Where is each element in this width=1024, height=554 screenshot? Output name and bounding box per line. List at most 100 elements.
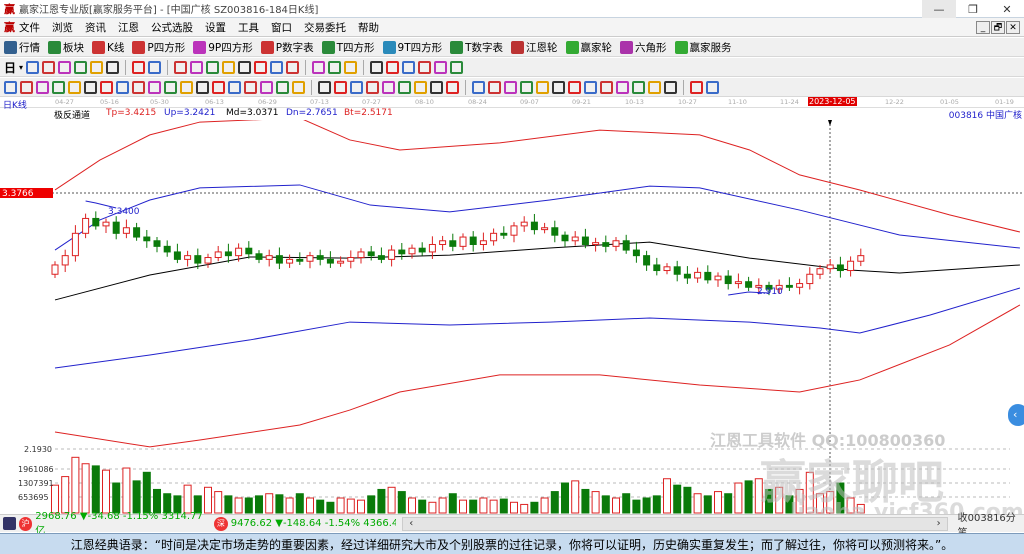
- tool-icon[interactable]: [398, 80, 411, 94]
- tool-icon[interactable]: [600, 80, 613, 94]
- tool-icon[interactable]: [434, 60, 448, 74]
- tool-icon[interactable]: [706, 80, 719, 94]
- tool-icon[interactable]: [52, 80, 65, 94]
- tool-icon[interactable]: [690, 80, 703, 94]
- menu-item[interactable]: 江恩: [118, 20, 139, 35]
- menu-item[interactable]: 资讯: [85, 20, 106, 35]
- tool-icon[interactable]: [174, 60, 188, 74]
- tool-icon[interactable]: [568, 80, 581, 94]
- tool-icon[interactable]: [20, 80, 33, 94]
- tool-icon[interactable]: [148, 80, 161, 94]
- tool-icon[interactable]: [648, 80, 661, 94]
- tool-icon[interactable]: [386, 60, 400, 74]
- toolbar-button[interactable]: P数字表: [260, 40, 314, 55]
- tool-icon[interactable]: [190, 60, 204, 74]
- menu-item[interactable]: 交易委托: [304, 20, 346, 35]
- tool-icon[interactable]: [344, 60, 358, 74]
- toolbar-button[interactable]: 9T四方形: [382, 40, 442, 55]
- toolbar-button[interactable]: 六角形: [620, 40, 667, 55]
- tool-icon[interactable]: [450, 60, 464, 74]
- toolbar-button[interactable]: 赢家轮: [565, 40, 612, 55]
- tool-icon[interactable]: [292, 80, 305, 94]
- tool-icon[interactable]: [42, 60, 56, 74]
- sz-index[interactable]: 9476.62 ▼-148.64 -1.54% 4366.45: [231, 518, 396, 529]
- tool-icon[interactable]: [520, 80, 533, 94]
- toolbar-button[interactable]: 行情: [4, 40, 40, 55]
- tool-icon[interactable]: [100, 80, 113, 94]
- menu-item[interactable]: 工具: [238, 20, 259, 35]
- tool-icon[interactable]: [414, 80, 427, 94]
- tool-icon[interactable]: [488, 80, 501, 94]
- menu-item[interactable]: 文件: [19, 20, 40, 35]
- tool-icon[interactable]: [350, 80, 363, 94]
- tool-icon[interactable]: [430, 80, 443, 94]
- tool-icon[interactable]: [616, 80, 629, 94]
- tool-icon[interactable]: [260, 80, 273, 94]
- horizontal-scrollbar[interactable]: ‹ ›: [402, 516, 948, 531]
- tool-icon[interactable]: [148, 60, 162, 74]
- tool-icon[interactable]: [504, 80, 517, 94]
- toolbar-button[interactable]: 板块: [48, 40, 84, 55]
- toolbar-button[interactable]: P四方形: [132, 40, 185, 55]
- tool-icon[interactable]: [370, 60, 384, 74]
- toolbar-button[interactable]: K线: [92, 40, 124, 55]
- tool-icon[interactable]: [254, 60, 268, 74]
- tool-icon[interactable]: [228, 80, 241, 94]
- tool-icon[interactable]: [328, 60, 342, 74]
- tool-icon[interactable]: [206, 60, 220, 74]
- tool-icon[interactable]: [106, 60, 120, 74]
- tool-icon[interactable]: [584, 80, 597, 94]
- tool-icon[interactable]: [36, 80, 49, 94]
- kline-chart[interactable]: 3.3766 3.3400 2.910 2.1930 1961086 1307391 653…: [0, 120, 1024, 514]
- tool-icon[interactable]: [90, 60, 104, 74]
- tool-icon[interactable]: [164, 80, 177, 94]
- tool-icon[interactable]: [366, 80, 379, 94]
- mdi-minimize-button[interactable]: _: [976, 21, 990, 34]
- minimize-button[interactable]: —: [922, 0, 956, 18]
- tool-icon[interactable]: [74, 60, 88, 74]
- tool-icon[interactable]: [664, 80, 677, 94]
- toolbar-button[interactable]: 9P四方形: [193, 40, 253, 55]
- tool-icon[interactable]: [222, 60, 236, 74]
- tool-icon[interactable]: [318, 80, 331, 94]
- menu-item[interactable]: 公式选股: [151, 20, 193, 35]
- tool-icon[interactable]: [334, 80, 347, 94]
- tool-icon[interactable]: [58, 60, 72, 74]
- menu-item[interactable]: 设置: [205, 20, 226, 35]
- tool-icon[interactable]: [238, 60, 252, 74]
- tool-icon[interactable]: [472, 80, 485, 94]
- tool-icon[interactable]: [196, 80, 209, 94]
- tool-icon[interactable]: [632, 80, 645, 94]
- tool-icon[interactable]: [132, 80, 145, 94]
- mdi-close-button[interactable]: ✕: [1006, 21, 1020, 34]
- tool-icon[interactable]: [270, 60, 284, 74]
- tool-icon[interactable]: [26, 60, 40, 74]
- toolbar-button[interactable]: T四方形: [321, 40, 375, 55]
- menu-item[interactable]: 帮助: [358, 20, 379, 35]
- tool-icon[interactable]: [286, 60, 300, 74]
- tool-icon[interactable]: [402, 60, 416, 74]
- toolbar-button[interactable]: T数字表: [450, 40, 503, 55]
- tool-icon[interactable]: [382, 80, 395, 94]
- toolbar-button[interactable]: 江恩轮: [511, 40, 558, 55]
- menu-item[interactable]: 窗口: [271, 20, 292, 35]
- tool-icon[interactable]: [132, 60, 146, 74]
- mdi-restore-button[interactable]: 🗗: [991, 21, 1005, 34]
- side-expand-button[interactable]: ‹: [1008, 404, 1024, 426]
- toolbar-button[interactable]: 赢家服务: [674, 40, 732, 55]
- tool-icon[interactable]: [446, 80, 459, 94]
- tool-icon[interactable]: [116, 80, 129, 94]
- tool-icon[interactable]: [84, 80, 97, 94]
- tool-icon[interactable]: [212, 80, 225, 94]
- tool-icon[interactable]: [552, 80, 565, 94]
- menu-item[interactable]: 浏览: [52, 20, 73, 35]
- tool-icon[interactable]: [180, 80, 193, 94]
- tool-icon[interactable]: [244, 80, 257, 94]
- calculator-icon[interactable]: [3, 517, 16, 530]
- tool-icon[interactable]: [418, 60, 432, 74]
- tool-icon[interactable]: [4, 80, 17, 94]
- close-button[interactable]: ✕: [990, 0, 1024, 18]
- tool-icon[interactable]: [536, 80, 549, 94]
- tool-icon[interactable]: [276, 80, 289, 94]
- tool-icon[interactable]: [68, 80, 81, 94]
